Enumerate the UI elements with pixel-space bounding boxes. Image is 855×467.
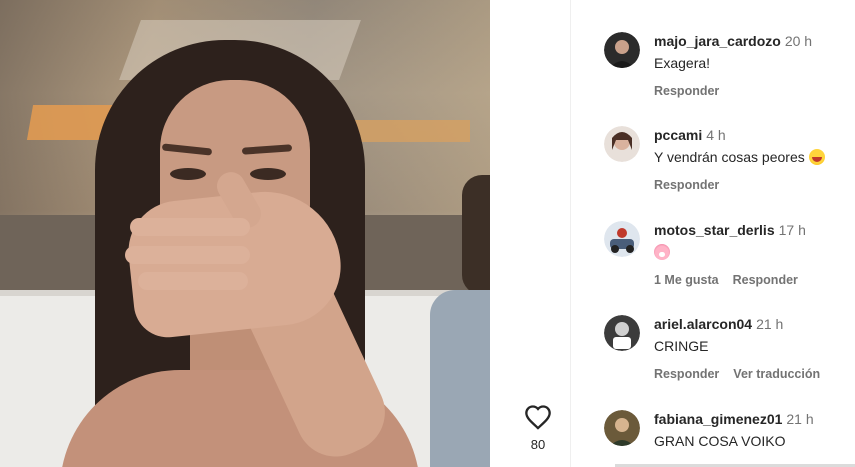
reply-button[interactable]: Responder	[654, 84, 719, 98]
comment-text: CRINGE	[654, 338, 709, 354]
person-eye	[170, 168, 206, 180]
pig-face-emoji-icon	[654, 244, 670, 260]
comment-time: 17 h	[778, 222, 806, 238]
comment-username[interactable]: motos_star_derlis	[654, 222, 775, 238]
like-count-button[interactable]: 1 Me gusta	[654, 273, 719, 287]
see-translation-button[interactable]: Ver traducción	[733, 367, 820, 381]
avatar[interactable]	[604, 126, 640, 162]
avatar[interactable]	[604, 410, 640, 446]
background-person-body	[430, 290, 490, 467]
comment-text: GRAN COSA VOIKO	[654, 433, 786, 449]
avatar[interactable]	[604, 221, 640, 257]
comment-time: 21 h	[756, 316, 784, 332]
avatar[interactable]	[604, 32, 640, 68]
avatar[interactable]	[604, 315, 640, 351]
laughing-emoji-icon	[808, 149, 825, 165]
like-count: 80	[530, 437, 546, 452]
reply-button[interactable]: Responder	[654, 178, 719, 192]
comment-text: Y vendrán cosas peores	[654, 149, 805, 165]
post-viewer: 80 majo_jara_cardozo 20 h Exagera! Respon…	[0, 0, 855, 467]
comment-time: 20 h	[784, 33, 813, 49]
comment-username[interactable]: fabiana_gimenez01	[654, 411, 782, 427]
comment-time: 21 h	[786, 411, 814, 427]
comment-time: 4 h	[706, 127, 726, 143]
person-finger	[125, 246, 250, 264]
comment-text: Exagera!	[654, 55, 711, 71]
person-finger	[130, 218, 250, 236]
background-person-head	[462, 175, 490, 295]
comment-username[interactable]: majo_jara_cardozo	[654, 33, 781, 49]
person-eye	[250, 168, 286, 180]
reply-button[interactable]: Responder	[654, 367, 719, 381]
reply-button[interactable]: Responder	[733, 273, 798, 287]
comment-username[interactable]: ariel.alarcon04	[654, 316, 752, 332]
video-frame[interactable]	[0, 0, 490, 467]
reaction-column	[490, 0, 570, 467]
comment-username[interactable]: pccami	[654, 127, 702, 143]
person-finger	[138, 272, 248, 290]
heart-outline-icon[interactable]	[523, 402, 553, 432]
